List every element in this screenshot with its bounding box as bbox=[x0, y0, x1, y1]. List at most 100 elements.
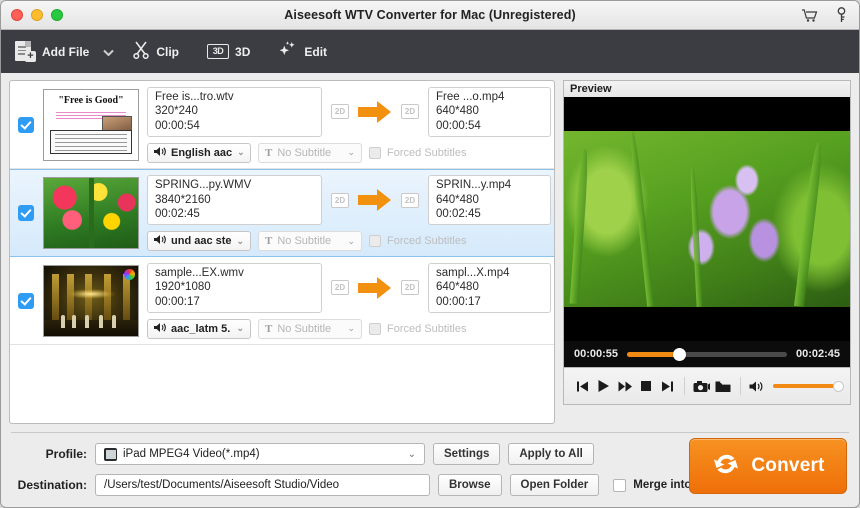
output-2d-badge[interactable]: 2D bbox=[401, 192, 419, 208]
playback-controls bbox=[563, 367, 851, 405]
source-resolution: 1920*1080 bbox=[155, 281, 211, 294]
thumbnail: "Free is Good" free release bbox=[43, 88, 139, 161]
output-2d-badge[interactable]: 2D bbox=[401, 104, 419, 119]
subtitle-track-select[interactable]: T No Subtitle ⌄ bbox=[258, 231, 362, 251]
convert-arrow-icon bbox=[358, 175, 392, 225]
previous-button[interactable] bbox=[572, 373, 593, 399]
key-icon[interactable] bbox=[836, 7, 847, 23]
toolbar-3d[interactable]: 3D 3D bbox=[207, 44, 262, 59]
toolbar-add-file[interactable]: + Add File bbox=[15, 41, 101, 62]
toolbar-add-file-label: Add File bbox=[42, 44, 90, 59]
convert-arrow-icon bbox=[358, 263, 392, 313]
output-resolution: 640*480 bbox=[436, 281, 479, 294]
volume-slider[interactable] bbox=[772, 380, 845, 392]
main-toolbar: + Add File Clip 3D 3D Edit bbox=[1, 30, 859, 73]
stop-button[interactable] bbox=[636, 373, 657, 399]
thumbnail-title: "Free is Good" bbox=[58, 94, 124, 106]
output-file-name: SPRIN...y.mp4 bbox=[436, 179, 512, 192]
table-row[interactable]: SPRING...py.WMV 3840*2160 00:02:45 2D 2D… bbox=[10, 169, 554, 257]
settings-button[interactable]: Settings bbox=[433, 443, 501, 465]
source-file-name: Free is...tro.wtv bbox=[155, 90, 234, 103]
source-2d-badge[interactable]: 2D bbox=[331, 104, 349, 119]
forced-subtitles-checkbox[interactable]: Forced Subtitles bbox=[369, 235, 466, 247]
add-file-dropdown-caret[interactable] bbox=[103, 43, 115, 61]
preview-scrubber[interactable]: 00:00:55 00:02:45 bbox=[563, 341, 851, 367]
audio-track-select[interactable]: English aac ⌄ bbox=[147, 142, 251, 163]
output-info: SPRIN...y.mp4 640*480 00:02:45 bbox=[428, 175, 551, 225]
speaker-icon bbox=[154, 234, 166, 248]
subtitle-track-label: No Subtitle bbox=[277, 235, 332, 247]
row-checkbox[interactable] bbox=[18, 292, 34, 309]
toolbar-clip[interactable]: Clip bbox=[132, 40, 191, 64]
convert-arrow-icon bbox=[358, 87, 392, 137]
progress-slider[interactable] bbox=[627, 347, 787, 361]
preview-screen[interactable] bbox=[563, 97, 851, 341]
profile-select[interactable]: iPad MPEG4 Video(*.mp4) ⌄ bbox=[95, 443, 425, 465]
forced-subtitles-checkbox[interactable]: Forced Subtitles bbox=[369, 146, 466, 159]
convert-button[interactable]: Convert bbox=[689, 438, 847, 494]
row-checkbox[interactable] bbox=[18, 205, 34, 221]
row-meta: SPRING...py.WMV 3840*2160 00:02:45 2D 2D… bbox=[147, 175, 551, 251]
play-button[interactable] bbox=[593, 373, 614, 399]
camera-icon[interactable] bbox=[691, 373, 712, 399]
title-bar: Aiseesoft WTV Converter for Mac (Unregis… bbox=[1, 1, 859, 30]
toolbar-edit-label: Edit bbox=[304, 44, 328, 59]
fast-forward-button[interactable] bbox=[615, 373, 636, 399]
destination-value: /Users/test/Documents/Aiseesoft Studio/V… bbox=[104, 479, 340, 491]
row-checkbox[interactable] bbox=[18, 116, 34, 133]
source-file-name: sample...EX.wmv bbox=[155, 266, 244, 279]
toolbar-edit[interactable]: Edit bbox=[278, 40, 339, 63]
output-file-name: sampl...X.mp4 bbox=[436, 266, 510, 279]
forced-subtitles-box bbox=[369, 146, 381, 159]
table-row[interactable]: "Free is Good" free release Free is...tr… bbox=[10, 81, 554, 169]
subtitle-track-label: No Subtitle bbox=[277, 322, 332, 335]
folder-icon[interactable] bbox=[712, 373, 733, 399]
forced-subtitles-checkbox[interactable]: Forced Subtitles bbox=[369, 322, 467, 335]
source-2d-badge[interactable]: 2D bbox=[331, 280, 349, 295]
forced-subtitles-label: Forced Subtitles bbox=[387, 322, 467, 335]
file-list[interactable]: "Free is Good" free release Free is...tr… bbox=[9, 80, 555, 424]
speaker-icon[interactable] bbox=[747, 373, 768, 399]
output-duration: 00:00:17 bbox=[436, 295, 481, 308]
chevron-down-icon: ⌄ bbox=[347, 235, 355, 246]
speaker-icon bbox=[154, 322, 166, 336]
source-duration: 00:00:54 bbox=[155, 119, 200, 132]
preview-video-frame bbox=[564, 131, 850, 308]
audio-track-label: und aac ste bbox=[171, 235, 232, 247]
browse-button[interactable]: Browse bbox=[438, 474, 502, 496]
output-info: sampl...X.mp4 640*480 00:00:17 bbox=[428, 262, 551, 313]
subtitle-track-select[interactable]: T No Subtitle ⌄ bbox=[258, 142, 362, 163]
audio-track-select[interactable]: und aac ste ⌄ bbox=[147, 231, 251, 251]
thumbnail bbox=[43, 264, 139, 337]
cart-icon[interactable] bbox=[801, 8, 818, 23]
chevron-down-icon: ⌄ bbox=[236, 235, 245, 246]
toolbar-clip-label: Clip bbox=[156, 44, 180, 59]
audio-track-select[interactable]: aac_latm 5. ⌄ bbox=[147, 318, 251, 339]
output-2d-badge[interactable]: 2D bbox=[401, 280, 419, 295]
table-row[interactable]: sample...EX.wmv 1920*1080 00:00:17 2D 2D… bbox=[10, 257, 554, 345]
subtitle-t-icon: T bbox=[265, 235, 273, 247]
source-duration: 00:02:45 bbox=[155, 208, 200, 221]
add-file-icon: + bbox=[15, 41, 36, 62]
apply-to-all-button[interactable]: Apply to All bbox=[508, 443, 594, 465]
profile-label: Profile: bbox=[45, 447, 87, 461]
subtitle-track-select[interactable]: T No Subtitle ⌄ bbox=[258, 318, 362, 339]
destination-label: Destination: bbox=[17, 478, 87, 492]
open-folder-button[interactable]: Open Folder bbox=[509, 474, 600, 496]
source-info: SPRING...py.WMV 3840*2160 00:02:45 bbox=[147, 175, 322, 225]
output-duration: 00:00:54 bbox=[436, 119, 481, 132]
forced-subtitles-label: Forced Subtitles bbox=[387, 235, 467, 247]
source-duration: 00:00:17 bbox=[155, 295, 200, 308]
chevron-down-icon: ⌄ bbox=[347, 323, 355, 333]
preview-panel: Preview 00:00:55 00:02:45 bbox=[563, 80, 851, 424]
output-file-name: Free ...o.mp4 bbox=[436, 90, 505, 103]
next-button[interactable] bbox=[657, 373, 678, 399]
divider bbox=[684, 377, 686, 395]
preview-header: Preview bbox=[563, 80, 851, 97]
merge-checkbox-box bbox=[613, 478, 627, 492]
toolbar-3d-label: 3D bbox=[235, 44, 251, 59]
destination-input[interactable]: /Users/test/Documents/Aiseesoft Studio/V… bbox=[95, 474, 430, 496]
source-2d-badge[interactable]: 2D bbox=[331, 192, 349, 208]
app-window: Aiseesoft WTV Converter for Mac (Unregis… bbox=[0, 0, 860, 508]
row-meta: sample...EX.wmv 1920*1080 00:00:17 2D 2D… bbox=[147, 262, 551, 339]
